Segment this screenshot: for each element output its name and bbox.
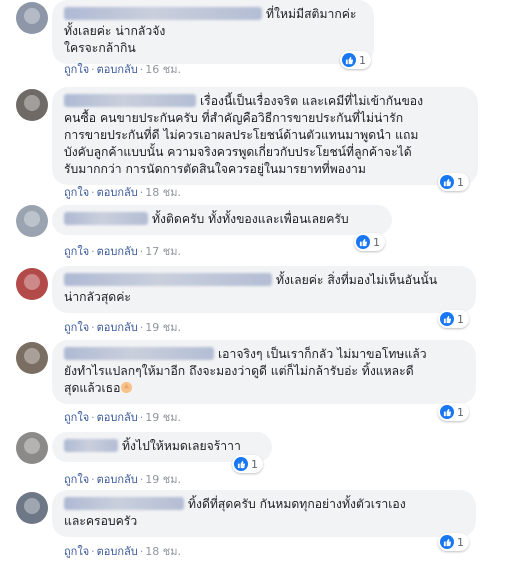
comment-bubble: ทิ้งดีที่สุดครับ กันหมดทุกอย่างทั้งตัวเร…: [52, 490, 476, 537]
comment-text: ที่ใหม่มีสติมากค่ะ: [266, 7, 357, 21]
avatar[interactable]: [16, 89, 48, 121]
avatar[interactable]: [16, 2, 48, 34]
comment-actions: ถูกใจ · ตอบกลับ · 19 ชม.: [64, 411, 181, 424]
timestamp[interactable]: 18 ชม.: [145, 186, 181, 199]
comment-text: น่ากลัวสุดค่ะ: [64, 290, 131, 304]
comment-text: ทิ้งไปให้หมดเลยจร้าาา: [122, 439, 241, 453]
commenter-name-redacted[interactable]: [64, 497, 184, 510]
like-thumb-icon: [440, 535, 454, 549]
comment-text: รับมากกว่า การนัดการตัดสินใจควรอยู่ในมาร…: [64, 162, 366, 176]
like-thumb-icon: [440, 312, 454, 326]
comment-actions: ถูกใจ · ตอบกลับ · 19 ชม.: [64, 321, 181, 334]
reply-link[interactable]: ตอบกลับ: [97, 473, 138, 486]
comment-bubble: เอาจริงๆ เป็นเราก็กลัว ไม่มาขอโทษแล้ว ยั…: [52, 340, 476, 404]
avatar[interactable]: [16, 268, 48, 300]
like-link[interactable]: ถูกใจ: [64, 411, 89, 424]
commenter-name-redacted[interactable]: [64, 439, 118, 452]
comment-text: เอาจริงๆ เป็นเราก็กลัว ไม่มาขอโทษแล้ว: [218, 347, 427, 361]
comment-actions: ถูกใจ · ตอบกลับ · 17 ชม.: [64, 245, 181, 258]
comment-text: ทั้งติดครับ ทั้งทั้งของและเพื่อนเลยครับ: [152, 212, 349, 226]
comment-text: สุดแล้วเธอ: [64, 381, 121, 395]
avatar[interactable]: [16, 492, 48, 524]
timestamp[interactable]: 19 ชม.: [145, 473, 181, 486]
comment-actions: ถูกใจ · ตอบกลับ · 16 ชม.: [64, 63, 181, 76]
reaction-count[interactable]: 1: [438, 403, 469, 421]
reaction-count[interactable]: 1: [340, 51, 371, 69]
reply-link[interactable]: ตอบกลับ: [97, 245, 138, 258]
comment-text: ทิ้งดีที่สุดครับ กันหมดทุกอย่างทั้งตัวเร…: [188, 497, 406, 511]
comment-bubble: เรื่องนี้เป็นเรื่องจริต และเคมีที่ไม่เข้…: [52, 87, 478, 185]
avatar[interactable]: [16, 205, 48, 237]
commenter-name-redacted[interactable]: [64, 94, 196, 107]
comment-text: การขายประกันที่ดี ไม่ควรเอาผลประโยชน์ด้า…: [64, 128, 419, 142]
reaction-count[interactable]: 1: [354, 233, 385, 251]
reply-link[interactable]: ตอบกลับ: [97, 63, 138, 76]
comment-actions: ถูกใจ · ตอบกลับ · 19 ชม.: [64, 473, 181, 486]
timestamp[interactable]: 17 ชม.: [145, 245, 181, 258]
comment-actions: ถูกใจ · ตอบกลับ · 18 ชม.: [64, 186, 181, 199]
timestamp[interactable]: 19 ชม.: [145, 321, 181, 334]
reaction-count[interactable]: 1: [232, 455, 263, 473]
reply-link[interactable]: ตอบกลับ: [97, 321, 138, 334]
comment-text: ใครจะกล้ากิน: [64, 41, 136, 55]
like-link[interactable]: ถูกใจ: [64, 321, 89, 334]
commenter-name-redacted[interactable]: [64, 212, 148, 225]
like-thumb-icon: [440, 405, 454, 419]
timestamp[interactable]: 18 ชม.: [145, 545, 181, 558]
reaction-count[interactable]: 1: [438, 310, 469, 328]
commenter-name-redacted[interactable]: [64, 273, 272, 286]
clapping-hands-emoji: [121, 381, 133, 394]
like-thumb-icon: [440, 175, 454, 189]
timestamp[interactable]: 19 ชม.: [145, 411, 181, 424]
comment-text: และครอบครัว: [64, 514, 138, 528]
reaction-count[interactable]: 1: [438, 173, 469, 191]
timestamp[interactable]: 16 ชม.: [145, 63, 181, 76]
like-thumb-icon: [342, 53, 356, 67]
comment-feed: ที่ใหม่มีสติมากค่ะ ทั้งเลยค่ะ น่ากลัวจัง…: [0, 0, 507, 564]
comment-text: ทั้งเลยค่ะ สิ่งที่มองไม่เห็นอันนั้น: [276, 273, 438, 287]
comment-bubble: ทั้งติดครับ ทั้งทั้งของและเพื่อนเลยครับ: [52, 205, 392, 235]
reply-link[interactable]: ตอบกลับ: [97, 545, 138, 558]
comment-text: เรื่องนี้เป็นเรื่องจริต และเคมีที่ไม่เข้…: [200, 94, 424, 108]
comment-bubble: ทั้งเลยค่ะ สิ่งที่มองไม่เห็นอันนั้น น่าก…: [52, 266, 476, 313]
avatar[interactable]: [16, 342, 48, 374]
reaction-count[interactable]: 1: [438, 533, 469, 551]
like-thumb-icon: [234, 457, 248, 471]
like-link[interactable]: ถูกใจ: [64, 473, 89, 486]
comment-text: ทั้งเลยค่ะ น่ากลัวจัง: [64, 24, 166, 38]
commenter-name-redacted[interactable]: [64, 7, 262, 20]
comment-text: ยังทำไรแปลกๆให้มาอีก ถึงจะมองว่าดูดี แต่…: [64, 364, 414, 378]
like-thumb-icon: [356, 235, 370, 249]
comment-text: บังคับลูกค้าแบบนั้น ความจริงควรพูดเกี่ยว…: [64, 145, 412, 159]
reply-link[interactable]: ตอบกลับ: [97, 411, 138, 424]
like-link[interactable]: ถูกใจ: [64, 186, 89, 199]
like-link[interactable]: ถูกใจ: [64, 545, 89, 558]
comment-bubble: ที่ใหม่มีสติมากค่ะ ทั้งเลยค่ะ น่ากลัวจัง…: [52, 0, 374, 64]
commenter-name-redacted[interactable]: [64, 347, 214, 360]
avatar[interactable]: [16, 432, 48, 464]
comment-actions: ถูกใจ · ตอบกลับ · 18 ชม.: [64, 545, 181, 558]
like-link[interactable]: ถูกใจ: [64, 63, 89, 76]
like-link[interactable]: ถูกใจ: [64, 245, 89, 258]
reply-link[interactable]: ตอบกลับ: [97, 186, 138, 199]
comment-text: คนซื้อ คนขายประกันครับ ที่สำคัญคือวิธีกา…: [64, 111, 404, 125]
